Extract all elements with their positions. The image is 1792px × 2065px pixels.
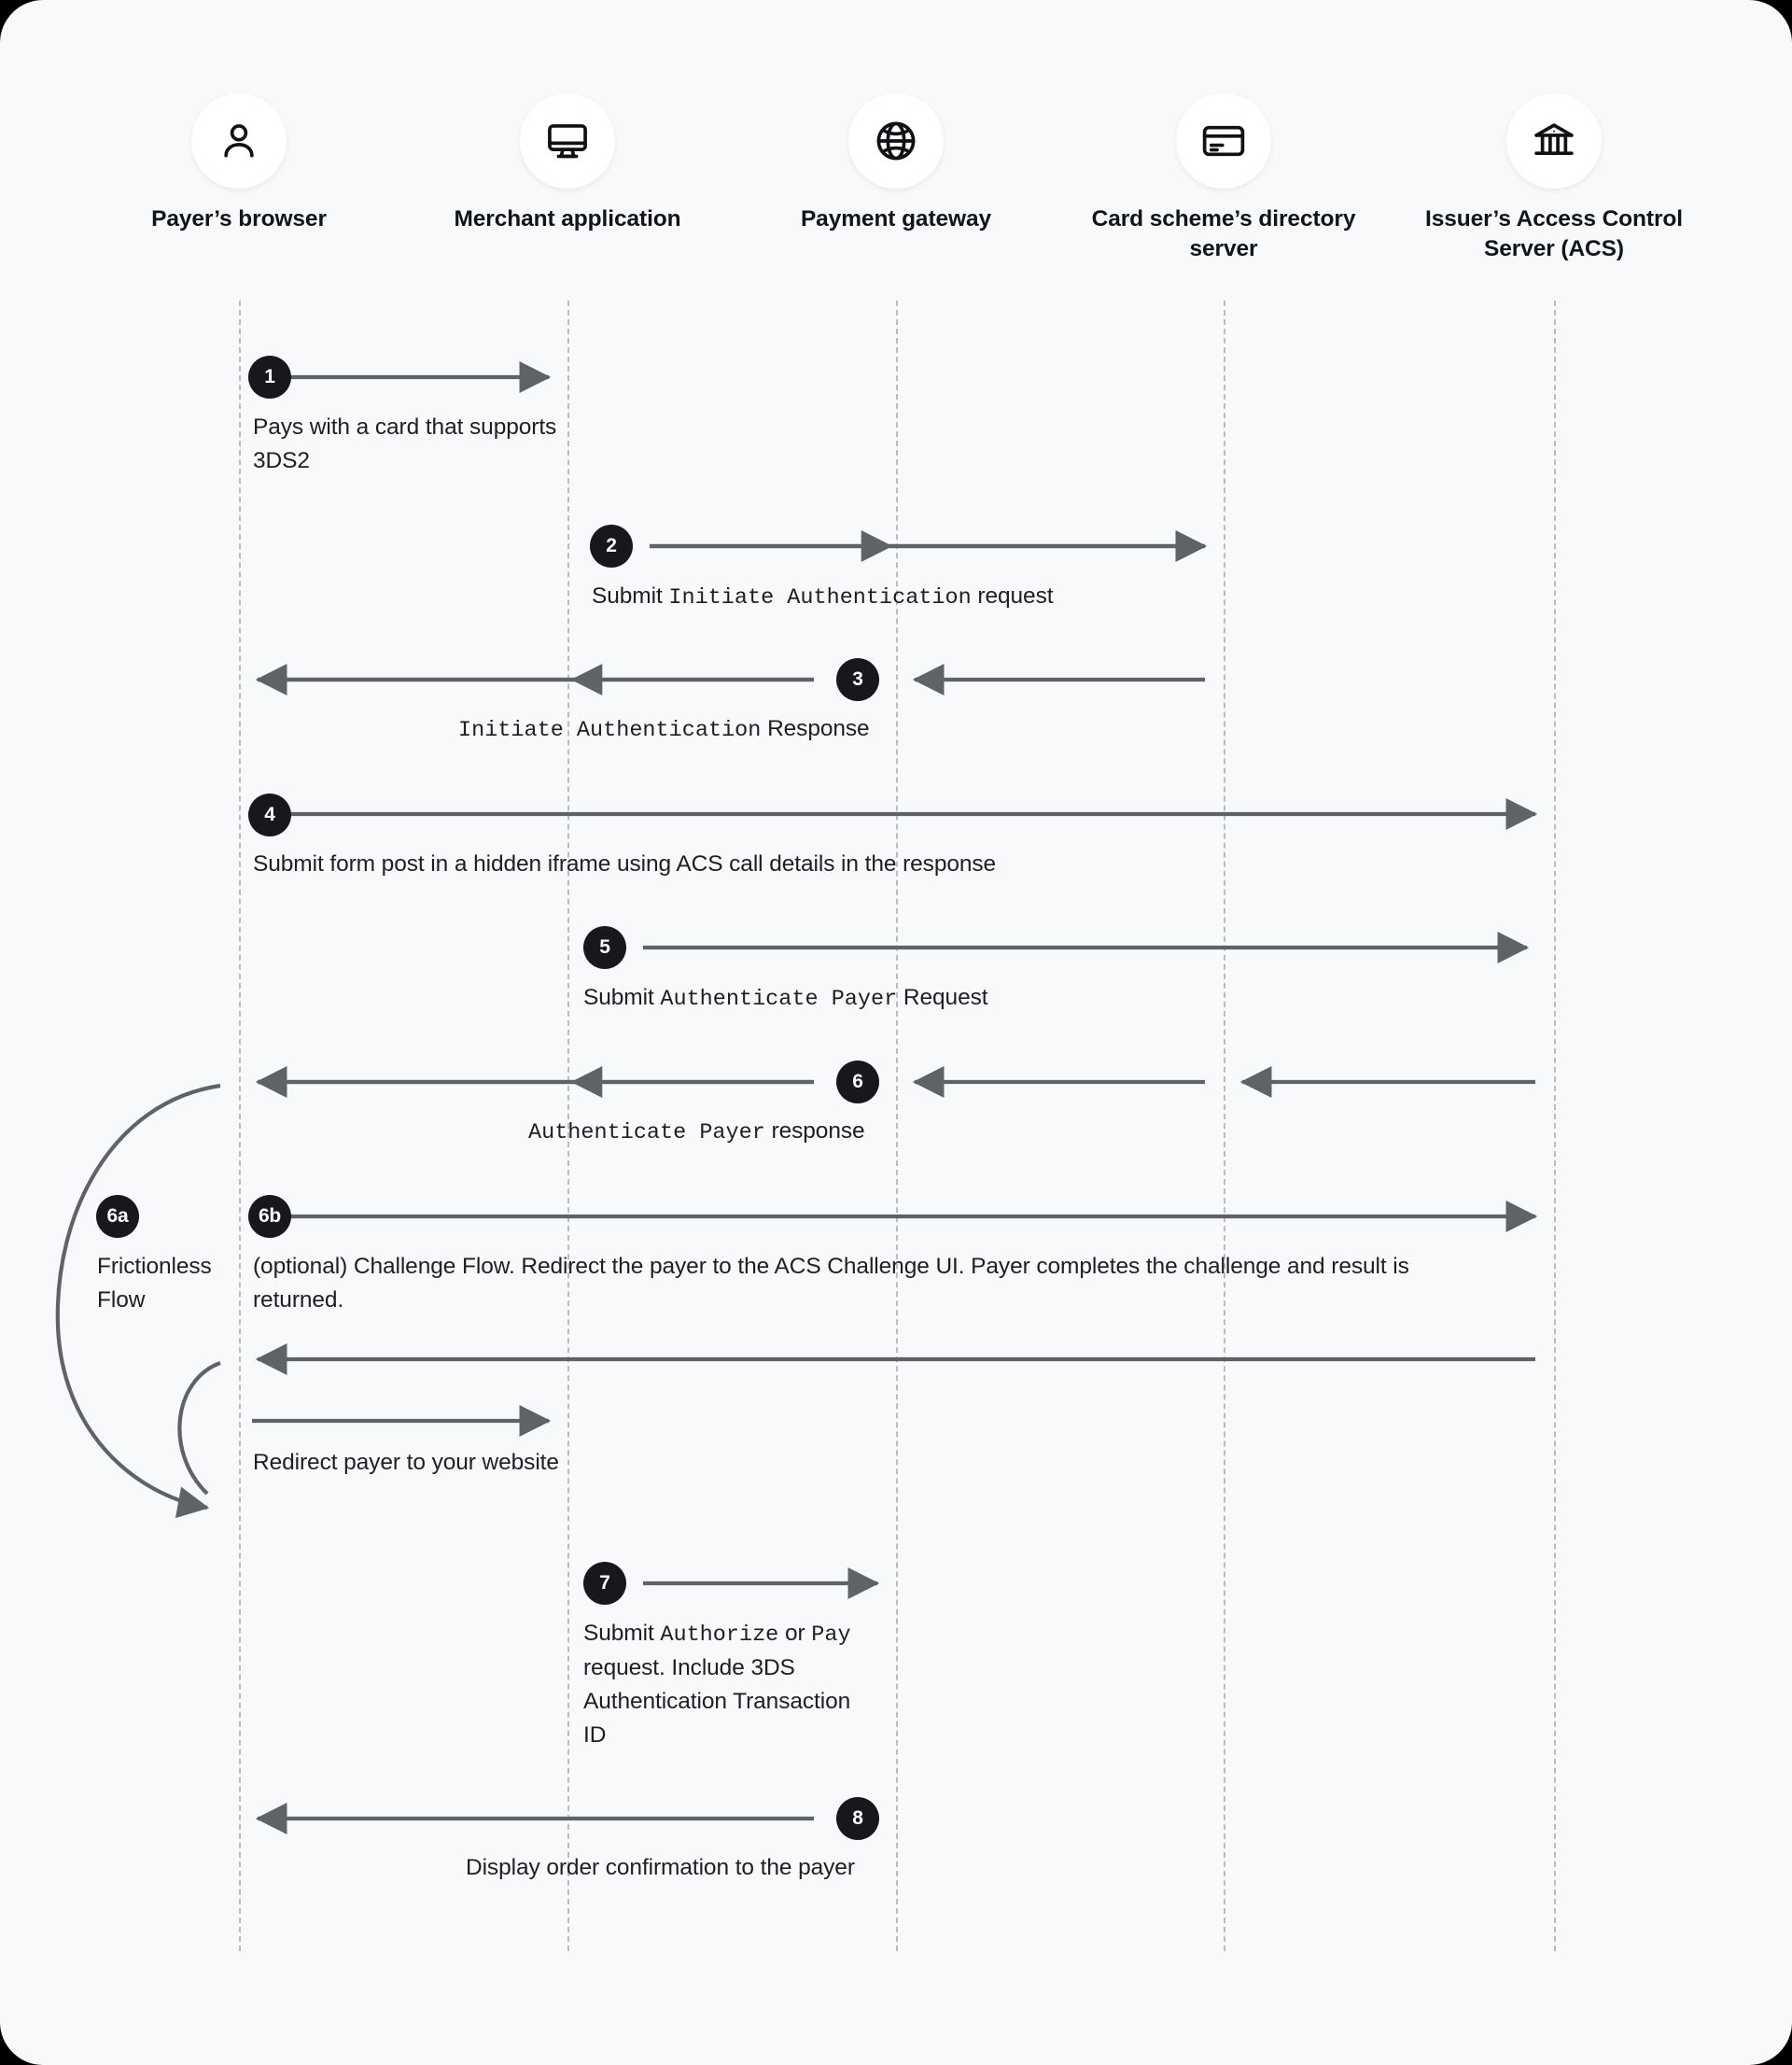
step-badge-4[interactable]: 4	[248, 794, 291, 836]
step-caption-6a: Frictionless Flow	[97, 1250, 237, 1317]
caption-text-run: Display order confirmation to the payer	[466, 1855, 855, 1880]
step-caption-redirect: Redirect payer to your website	[253, 1446, 561, 1480]
actor-label: Payer’s browser	[151, 206, 327, 232]
monitor-icon-bubble	[520, 93, 615, 189]
caption-code-run: Authenticate Payer	[528, 1120, 765, 1145]
step-badge-7[interactable]: 7	[583, 1562, 626, 1605]
caption-text-run: or	[778, 1621, 812, 1646]
diagram-card: Payer’s browser Merchant application Pay…	[0, 0, 1792, 2065]
caption-text-run: Redirect payer to your website	[253, 1450, 559, 1475]
step-caption-1: Pays with a card that supports 3DS2	[253, 411, 570, 478]
step-badge-8[interactable]: 8	[836, 1797, 879, 1840]
person-icon	[224, 124, 254, 158]
arrow-challenge-hook-curve	[177, 1361, 221, 1496]
caption-text-run: Submit	[583, 1621, 661, 1646]
actor-label: Merchant application	[454, 206, 681, 232]
caption-text-run: response	[764, 1118, 865, 1144]
step-caption-5: Submit Authenticate Payer Request	[583, 981, 1237, 1016]
caption-text-run: Frictionless Flow	[97, 1254, 212, 1313]
step-badge-2[interactable]: 2	[590, 525, 633, 568]
actor-acs: Issuer’s Access Control Server (ACS)	[1414, 93, 1694, 265]
step-badge-6a[interactable]: 6a	[96, 1195, 139, 1238]
step-badge-6[interactable]: 6	[836, 1061, 879, 1103]
caption-code-run: Pay	[811, 1622, 851, 1648]
actor-label: Payment gateway	[800, 206, 992, 232]
actor-directory-server: Card scheme’s directory server	[1084, 93, 1364, 265]
caption-text-run: request	[971, 583, 1054, 609]
globe-icon	[876, 121, 916, 161]
caption-code-run: Initiate Authentication	[458, 718, 762, 743]
caption-text-run: Request	[897, 985, 988, 1010]
step-caption-2: Submit Initiate Authentication request	[592, 580, 1245, 614]
caption-text-run: Submit form post in a hidden iframe usin…	[253, 851, 997, 877]
step-caption-7: Submit Authorize or Pay request. Include…	[583, 1617, 877, 1752]
credit-card-icon	[1202, 125, 1245, 157]
step-caption-3: Initiate Authentication Response	[458, 712, 1112, 747]
caption-code-run: Initiate Authentication	[668, 585, 972, 611]
person-icon-bubble	[191, 93, 287, 189]
sequence-diagram: Payer’s browser Merchant application Pay…	[0, 0, 1792, 2065]
actor-merchant-application: Merchant application	[427, 93, 707, 234]
caption-text-run: (optional) Challenge Flow. Redirect the …	[253, 1254, 1409, 1313]
caption-text-run: request. Include 3DS Authentication Tran…	[583, 1655, 851, 1748]
step-caption-6: Authenticate Payer response	[528, 1115, 1182, 1149]
step-badge-6b[interactable]: 6b	[248, 1195, 291, 1238]
caption-text-run: Pays with a card that supports 3DS2	[253, 414, 557, 473]
step-badge-3[interactable]: 3	[836, 658, 879, 701]
caption-text-run: Response	[761, 716, 870, 741]
caption-text-run: Submit	[592, 583, 669, 609]
actor-label: Issuer’s Access Control Server (ACS)	[1425, 206, 1683, 262]
actor-label: Card scheme’s directory server	[1091, 206, 1356, 262]
actor-payment-gateway: Payment gateway	[756, 93, 1036, 234]
lifeline-payer-browser	[239, 301, 241, 1951]
globe-icon-bubble	[848, 93, 944, 189]
caption-code-run: Authenticate Payer	[660, 987, 898, 1012]
step-caption-6b: (optional) Challenge Flow. Redirect the …	[253, 1250, 1485, 1317]
credit-card-icon-bubble	[1176, 93, 1271, 189]
lifeline-acs	[1554, 301, 1556, 1951]
step-caption-4: Submit form post in a hidden iframe usin…	[253, 848, 1233, 881]
lifeline-directory-server	[1224, 301, 1225, 1951]
monitor-icon	[548, 124, 587, 159]
step-caption-8: Display order confirmation to the payer	[466, 1851, 1119, 1885]
caption-text-run: Submit	[583, 985, 661, 1010]
step-badge-1[interactable]: 1	[248, 356, 291, 399]
actor-payer-browser: Payer’s browser	[99, 93, 379, 234]
caption-code-run: Authorize	[660, 1622, 779, 1648]
bank-icon-bubble	[1506, 93, 1602, 189]
step-badge-5[interactable]: 5	[583, 926, 626, 969]
bank-icon	[1534, 123, 1574, 156]
